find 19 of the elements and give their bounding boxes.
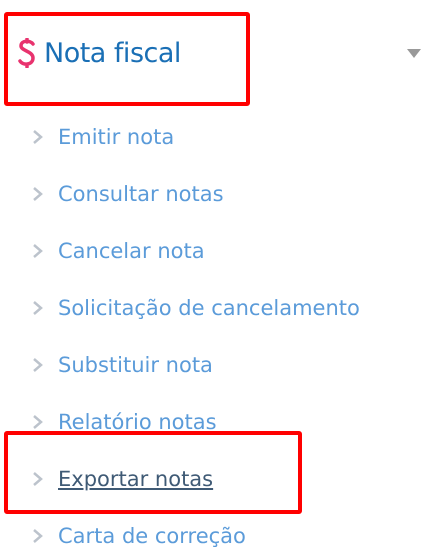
menu-title[interactable]: Nota fiscal — [44, 38, 181, 68]
menu-link[interactable]: Relatório notas — [58, 410, 217, 434]
chevron-icon — [32, 358, 44, 372]
logo-icon — [16, 38, 38, 68]
chevron-icon — [32, 186, 44, 200]
chevron-icon — [32, 472, 44, 486]
menu-link[interactable]: Exportar notas — [58, 466, 214, 490]
menu-link[interactable]: Substituir nota — [58, 352, 213, 376]
caret-icon[interactable] — [407, 48, 421, 58]
menu-link[interactable]: Solicitação de cancelamento — [58, 296, 360, 320]
chevron-icon — [32, 414, 44, 428]
menu-link[interactable]: Cancelar nota — [58, 238, 205, 262]
menu-link[interactable]: Consultar notas — [58, 182, 224, 206]
chevron-icon — [32, 130, 44, 144]
menu-link[interactable]: Carta de correção — [58, 524, 246, 548]
chevron-icon — [32, 300, 44, 314]
menu-link[interactable]: Emitir nota — [58, 124, 174, 148]
chevron-icon — [32, 528, 44, 542]
chevron-icon — [32, 244, 44, 258]
